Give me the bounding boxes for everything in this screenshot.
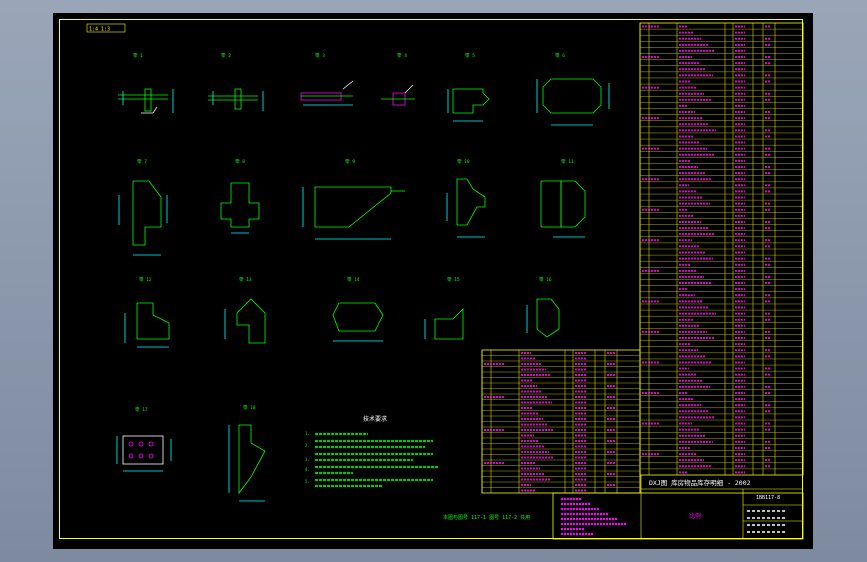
part-15 [424,308,464,340]
corner-tag: 1:4 1:3 [86,23,126,33]
section-label: 零 11 [561,159,574,165]
note-3: 3. [305,457,310,462]
part-3 [300,80,354,106]
note-4: 4. [305,467,310,472]
section-label: 零 5 [465,53,475,59]
part-row-2 [118,178,586,256]
section-label: 零 13 [239,277,252,283]
corner-tag-text: 1:4 1:3 [89,27,110,33]
tech-notes: 技术要求 1. 2. 3. 4. 5. [305,415,438,488]
part-14 [332,302,384,342]
part-9 [302,186,405,240]
section-label: 零 10 [457,159,470,165]
section-label: 零 18 [243,405,256,411]
note-1: 1. [305,431,310,436]
part-16 [526,298,560,338]
section-label: 零 6 [555,53,565,59]
drawing-canvas: 1:4 1:3 技术要求 1. 2. 3. 4. 5. 本图与图号 117-1 … [86,22,804,540]
title-scale-label: 比例 [689,512,701,520]
note-2: 2. [305,443,310,448]
part-4 [381,84,415,106]
part-7 [118,180,168,256]
part-17 [116,435,172,472]
section-label: 零 14 [347,277,360,283]
section-label: 零 7 [137,159,147,165]
parts-list-tables [481,22,804,494]
bottom-note: 本图与图号 117-1 图号 117-2 共用 [443,514,530,521]
section-label: 零 8 [235,159,245,165]
section-label: 零 17 [135,407,148,413]
part-11 [540,180,586,238]
cad-viewport[interactable]: 1:4 1:3 技术要求 1. 2. 3. 4. 5. 本图与图号 117-1 … [53,13,813,549]
section-label: 零 1 [133,53,143,59]
part-2 [208,88,264,111]
section-label: 零 9 [345,159,355,165]
section-label: 零 16 [539,277,552,283]
title-project: DXJ图 库房物品库存明细 - 2002 [649,478,751,487]
part-row-1 [118,78,610,126]
title-drawing-no: 1BB117-8 [756,495,780,501]
part-row-3 [124,298,560,348]
section-label: 零 2 [221,53,231,59]
part-1 [118,88,174,114]
part-13 [224,298,266,344]
part-10 [446,178,486,238]
part-8 [220,182,260,234]
part-18 [228,424,266,502]
section-label: 零 3 [315,53,325,59]
part-5 [447,88,490,122]
section-label: 零 4 [397,53,407,59]
part-6 [536,78,610,126]
part-row-4 [116,424,266,502]
section-label: 零 12 [139,277,152,283]
notes-title: 技术要求 [363,415,387,423]
section-label: 零 15 [447,277,460,283]
note-5: 5. [305,479,310,484]
part-12 [124,302,170,348]
title-block: DXJ图 库房物品库存明细 - 2002 1BB117-8 比例 [552,475,804,540]
